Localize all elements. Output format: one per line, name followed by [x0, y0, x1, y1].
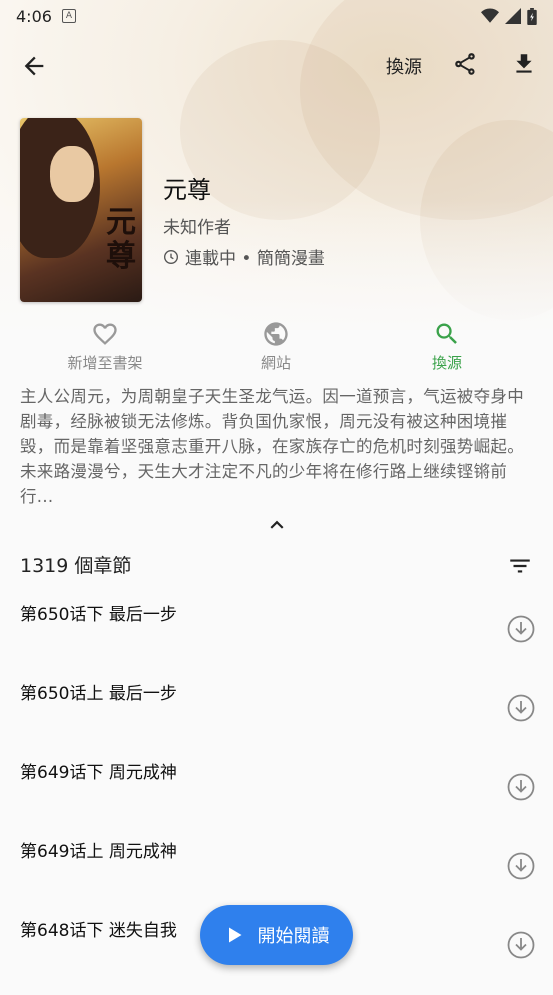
heart-outline-icon — [93, 323, 117, 345]
download-circle-icon[interactable] — [506, 930, 536, 960]
add-to-library-button[interactable]: 新增至書架 — [45, 318, 165, 373]
search-icon — [436, 323, 457, 344]
download-circle-icon[interactable] — [506, 772, 536, 802]
chapter-count: 1319 個章節 — [20, 555, 132, 577]
cover-title-glyph: 元尊 — [106, 205, 136, 274]
status-bar: 4:06 A — [0, 0, 553, 32]
manga-meta: 元尊 未知作者 連載中 • 簡簡漫畫 — [163, 170, 325, 269]
globe-icon — [264, 322, 288, 346]
chapter-row[interactable]: 第650话上 最后一步 — [0, 679, 553, 758]
add-to-library-label: 新增至書架 — [67, 354, 143, 372]
manga-status-row: 連載中 • 簡簡漫畫 — [163, 244, 325, 269]
chapter-title: 第649话上 周元成神 — [20, 842, 177, 862]
change-source-button[interactable]: 換源 — [386, 53, 422, 79]
chapter-title: 第650话下 最后一步 — [20, 605, 177, 625]
change-source-action[interactable]: 換源 — [387, 318, 507, 373]
wifi-icon — [481, 8, 499, 23]
start-reading-button[interactable]: 開始閱讀 — [200, 905, 353, 965]
chapter-row[interactable]: 第650话下 最后一步 — [0, 600, 553, 679]
website-button[interactable]: 網站 — [216, 318, 336, 373]
chapter-list-header: 1319 個章節 — [20, 551, 533, 581]
clock-icon — [164, 249, 178, 264]
signal-icon — [505, 8, 521, 24]
download-circle-icon[interactable] — [506, 851, 536, 881]
manga-author: 未知作者 — [163, 218, 231, 238]
chapter-title: 第650话上 最后一步 — [20, 684, 177, 704]
change-source-label: 換源 — [431, 354, 462, 372]
play-icon — [228, 927, 241, 943]
chapter-title: 第648话下 迷失自我 — [20, 921, 177, 941]
download-icon[interactable] — [511, 51, 537, 77]
battery-icon — [527, 7, 537, 25]
website-label: 網站 — [260, 354, 291, 372]
manga-cover: 元尊 — [20, 118, 142, 302]
chapter-row[interactable]: 第649话下 周元成神 — [0, 758, 553, 837]
back-arrow-icon[interactable] — [20, 52, 48, 80]
action-row: 新增至書架 網站 換源 — [0, 318, 553, 378]
filter-icon[interactable] — [507, 553, 533, 579]
chapter-title: 第649话下 周元成神 — [20, 763, 177, 783]
top-toolbar: 換源 — [0, 40, 553, 90]
notification-a-icon: A — [61, 9, 76, 23]
download-circle-icon[interactable] — [506, 614, 536, 644]
cover-art-face — [50, 146, 94, 202]
share-icon[interactable] — [452, 51, 478, 77]
chevron-up-icon[interactable] — [264, 512, 290, 538]
status-time: 4:06 — [16, 6, 52, 26]
start-reading-label: 開始閱讀 — [257, 926, 330, 947]
manga-title: 元尊 — [163, 176, 211, 204]
manga-description: 主人公周元，为周朝皇子天生圣龙气运。因一道预言，气运被夺身中剧毒，经脉被锁无法修… — [20, 387, 524, 506]
manga-status: 連載中 • 簡簡漫畫 — [185, 249, 325, 269]
download-circle-icon[interactable] — [506, 693, 536, 723]
